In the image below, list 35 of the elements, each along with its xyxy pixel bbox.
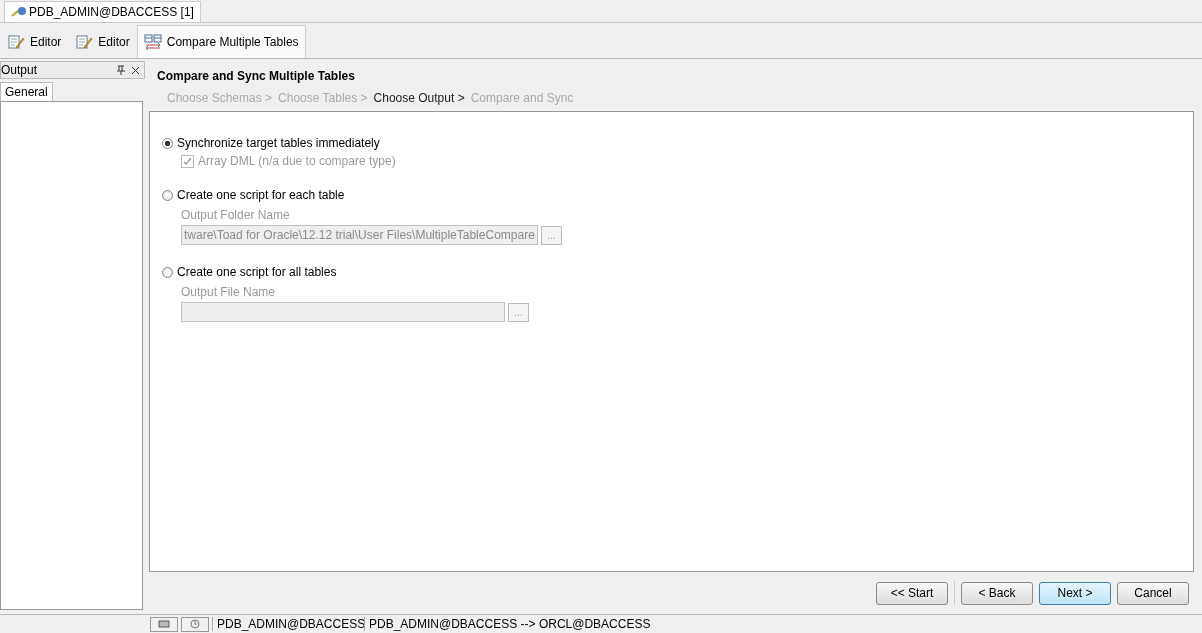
wizard-button[interactable]: Next > <box>1039 581 1111 605</box>
radio-button[interactable] <box>162 189 173 201</box>
wizard-button[interactable]: Cancel <box>1117 581 1189 605</box>
wizard-button[interactable]: < Back <box>961 581 1033 605</box>
wizard-step: Choose Output > <box>373 91 465 111</box>
notepad-pencil-icon <box>7 33 25 50</box>
panel-tab[interactable]: General <box>0 82 53 101</box>
tables-arrows-icon <box>143 34 162 50</box>
wizard-step: Compare and Sync <box>470 91 574 111</box>
wizard-step: Choose Tables > <box>278 91 368 111</box>
close-icon[interactable] <box>131 65 140 75</box>
status-compare: PDB_ADMIN@DBACCESS --> ORCL@DBACCESS <box>364 617 655 631</box>
plug-icon <box>11 6 27 18</box>
clock-icon[interactable] <box>181 616 209 632</box>
connection-tab[interactable]: PDB_ADMIN@DBACCESS [1] <box>4 1 201 22</box>
checkbox-label: Array DML (n/a due to compare type) <box>198 154 396 168</box>
wizard-title: Compare and Sync Multiple Tables <box>156 69 356 83</box>
editor-tab[interactable]: Compare Multiple Tables <box>136 25 306 58</box>
option-label[interactable]: Create one script for each table <box>177 188 345 202</box>
wizard-button[interactable]: << Start <box>876 581 948 605</box>
option-label[interactable]: Create one script for all tables <box>177 265 337 279</box>
radio-button[interactable] <box>162 137 173 149</box>
field-label: Output File Name <box>181 285 277 299</box>
wizard-step: Choose Schemas > <box>167 91 273 111</box>
editor-tab[interactable]: Editor <box>0 25 69 58</box>
radio-button[interactable] <box>162 266 173 278</box>
notepad-pencil-icon <box>75 33 94 50</box>
pin-icon[interactable] <box>117 65 125 75</box>
option-label[interactable]: Synchronize target tables immediately <box>177 136 380 150</box>
panel-title: Output <box>1 63 39 77</box>
path-field[interactable] <box>181 302 505 322</box>
status-icon[interactable] <box>150 616 178 632</box>
checkbox[interactable] <box>181 154 194 168</box>
editor-tab[interactable]: Editor <box>68 25 137 58</box>
field-label: Output Folder Name <box>181 208 291 222</box>
